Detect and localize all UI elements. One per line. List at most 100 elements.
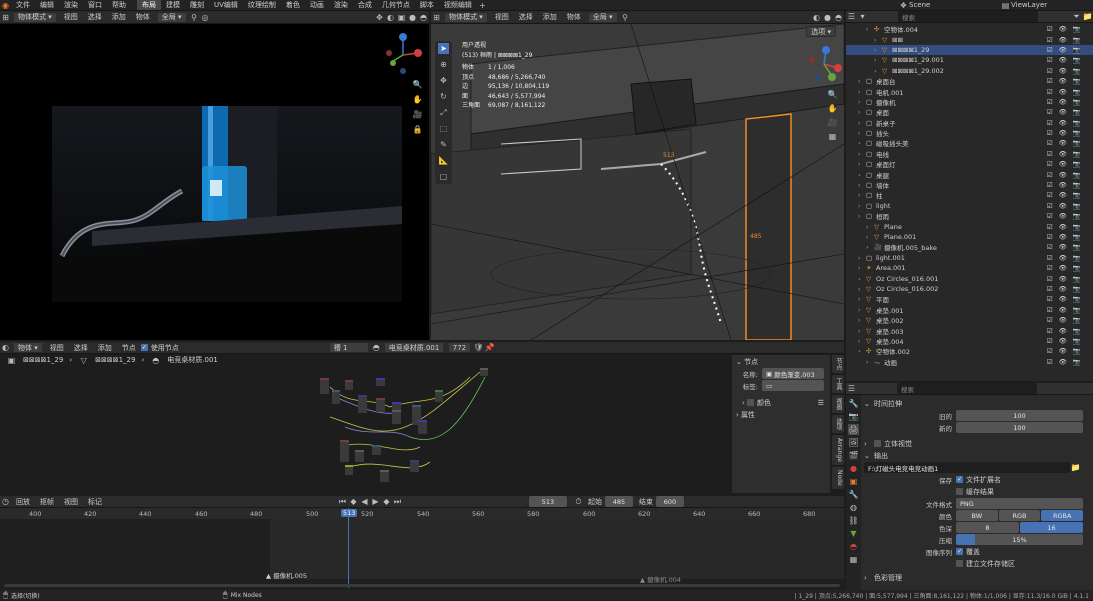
expand-arrow-icon[interactable]: › [858,88,866,96]
menu-item[interactable]: 编辑 [35,0,59,10]
outliner-row[interactable]: › ▢ 桌面灯 ☑ 👁 📷 [846,159,1093,169]
viewport-menu-item[interactable]: 视图 [490,11,514,23]
side-tab[interactable]: 节点 [832,355,844,373]
outliner-row[interactable]: › ▽ 桌垫.003 ☑ 👁 📷 [846,325,1093,336]
outliner-row[interactable]: › ▽ Oz Circles_016.001 ☑ 👁 📷 [846,273,1093,283]
overwrite-checkbox[interactable]: ✓ [956,548,963,555]
material-users[interactable]: 772 [447,342,472,353]
workspace-tab[interactable]: UV编辑 [209,0,243,10]
editor-type-icon[interactable]: ☰ [846,11,857,22]
viewport-menu-item[interactable]: 物体 [131,11,155,23]
prev-key-icon[interactable]: ◆ [348,496,359,507]
add-workspace-icon[interactable]: + [477,0,488,11]
output-path-field[interactable]: F:\灯磁头电竞电竞动画1 [864,462,1070,473]
outliner-row[interactable]: › ▽ 桌垫.001 ☑ 👁 📷 [846,305,1093,315]
workspace-tab[interactable]: 渲染 [329,0,353,10]
outliner-row[interactable]: › ▽ ⊠⊠ ☑ 👁 📷 [846,34,1093,44]
color-section[interactable]: › 颜色 ☰ [732,397,830,408]
options-button[interactable]: 选项 ▾ [806,26,836,37]
play-icon[interactable]: ▶ [370,496,381,507]
shader-node[interactable] [355,450,364,462]
folder-icon[interactable]: 📁 [1070,462,1081,473]
expand-arrow-icon[interactable]: › [866,358,874,366]
visibility-toggles-icon[interactable]: ☑ 👁 📷 [1047,88,1083,96]
visibility-toggles-icon[interactable]: ☑ 👁 📷 [1047,56,1083,64]
add-cube-tool-icon[interactable]: ▢ [438,171,449,182]
outliner-row[interactable]: › 〜动画 ☑ 👁 📷 [846,357,1093,367]
expand-arrow-icon[interactable]: › [858,191,866,199]
workspace-tab[interactable]: 脚本 [415,0,439,10]
expand-arrow-icon[interactable]: › [858,150,866,158]
expand-arrow-icon[interactable]: › [858,171,866,179]
lock-icon[interactable]: 🔒 [412,124,423,135]
editor-type-icon[interactable]: ☰ [846,383,857,394]
editor-type-icon[interactable]: ◐ [0,342,11,353]
expand-arrow-icon[interactable]: › [858,275,866,283]
overlay-icon[interactable]: ◐ [385,12,396,23]
visibility-toggles-icon[interactable]: ☑ 👁 📷 [1047,108,1083,116]
expand-arrow-icon[interactable]: › [866,233,874,241]
node-menu-item[interactable]: 添加 [93,342,117,353]
expand-arrow-icon[interactable]: › [858,139,866,147]
navigation-gizmo[interactable] [804,44,844,84]
viewport-menu-item[interactable]: 物体 [562,11,586,23]
cache-checkbox[interactable] [956,488,963,495]
shader-node[interactable] [410,460,419,472]
visibility-toggles-icon[interactable]: ☑ 👁 📷 [1047,223,1083,231]
expand-arrow-icon[interactable]: › [858,160,866,168]
shader-node[interactable] [345,465,353,475]
camera-view-icon[interactable]: 🎥 [412,109,423,120]
shader-node[interactable] [376,398,385,412]
shader-node[interactable] [358,395,367,413]
expand-arrow-icon[interactable]: › [874,36,882,44]
timeline-menu-item[interactable]: 视图 [59,496,83,507]
editor-type-icon[interactable]: ⊞ [0,12,11,23]
visibility-toggles-icon[interactable]: ☑ 👁 📷 [1047,316,1083,324]
visibility-toggles-icon[interactable]: ☑ 👁 📷 [1047,254,1083,262]
transform-orientation[interactable]: 全局 ▾ [587,11,618,23]
outliner-row[interactable]: › ☀ Area.001 ☑ 👁 📷 [846,263,1093,273]
shader-type-dropdown[interactable]: 物体 ▾ [13,342,43,353]
color-management-header[interactable]: › 色彩管理 [864,572,1090,583]
annotate-tool-icon[interactable]: ✎ [438,139,449,150]
object-tab-icon[interactable]: ▣ [848,476,859,487]
outliner-row[interactable]: › ▢ 墙体 ☑ 👁 📷 [846,180,1093,190]
color-mode-option[interactable]: RGBA [1041,510,1084,521]
outliner-row[interactable]: › ▢ light.001 ☑ 👁 📷 [846,253,1093,263]
expand-arrow-icon[interactable]: › [858,129,866,137]
expand-arrow-icon[interactable]: › [858,119,866,127]
shader-node[interactable] [332,390,340,404]
side-tab[interactable]: 选项 [832,415,844,433]
jump-end-icon[interactable]: ⏭ [392,496,403,507]
transform-tool-icon[interactable]: ⬚ [438,123,449,134]
node-graph[interactable] [310,367,500,487]
workspace-tab[interactable]: 视频编辑 [439,0,477,10]
outliner-row[interactable]: › ▽ Oz Circles_016.002 ☑ 👁 📷 [846,284,1093,294]
outliner-row[interactable]: › ✣ 空物体.002 ☑ 👁 📷 [846,346,1093,356]
viewport-menu-item[interactable]: 添加 [107,11,131,23]
expand-arrow-icon[interactable]: › [858,347,866,355]
visibility-toggles-icon[interactable]: ☑ 👁 📷 [1047,67,1083,75]
outliner-row[interactable]: › ▢ 新桌子 ☑ 👁 📷 [846,118,1093,128]
shading-solid-icon[interactable]: ● [407,12,418,23]
outliner-row[interactable]: › ▢ 磁吸插头美 ☑ 👁 📷 [846,138,1093,148]
menu-item[interactable]: 渲染 [59,0,83,10]
workspace-tab[interactable]: 动画 [305,0,329,10]
xray-icon[interactable]: ▣ [396,12,407,23]
expand-arrow-icon[interactable]: › [858,77,866,85]
outliner-row[interactable]: › ▽ Plane.001 ☑ 👁 📷 [846,232,1093,242]
outliner-row[interactable]: › ▢ 桌面台 ☑ 👁 📷 [846,76,1093,86]
workspace-tab[interactable]: 雕刻 [185,0,209,10]
view-layer-name[interactable]: ViewLayer [1011,1,1047,9]
expand-arrow-icon[interactable]: › [866,223,874,231]
viewport-menu-item[interactable]: 添加 [538,11,562,23]
editor-type-icon[interactable]: ◷ [0,496,11,507]
workspace-tab[interactable]: 纹理绘制 [243,0,281,10]
use-nodes-checkbox[interactable]: ✓ [140,344,148,351]
visibility-toggles-icon[interactable]: ☑ 👁 📷 [1047,243,1083,251]
cursor-tool-icon[interactable]: ⊕ [438,59,449,70]
viewport-menu-item[interactable]: 选择 [514,11,538,23]
workspace-tab[interactable]: 几何节点 [377,0,415,10]
visibility-toggles-icon[interactable]: ☑ 👁 📷 [1047,202,1083,210]
outliner-row[interactable]: › ▢ 电机.001 ☑ 👁 📷 [846,86,1093,97]
